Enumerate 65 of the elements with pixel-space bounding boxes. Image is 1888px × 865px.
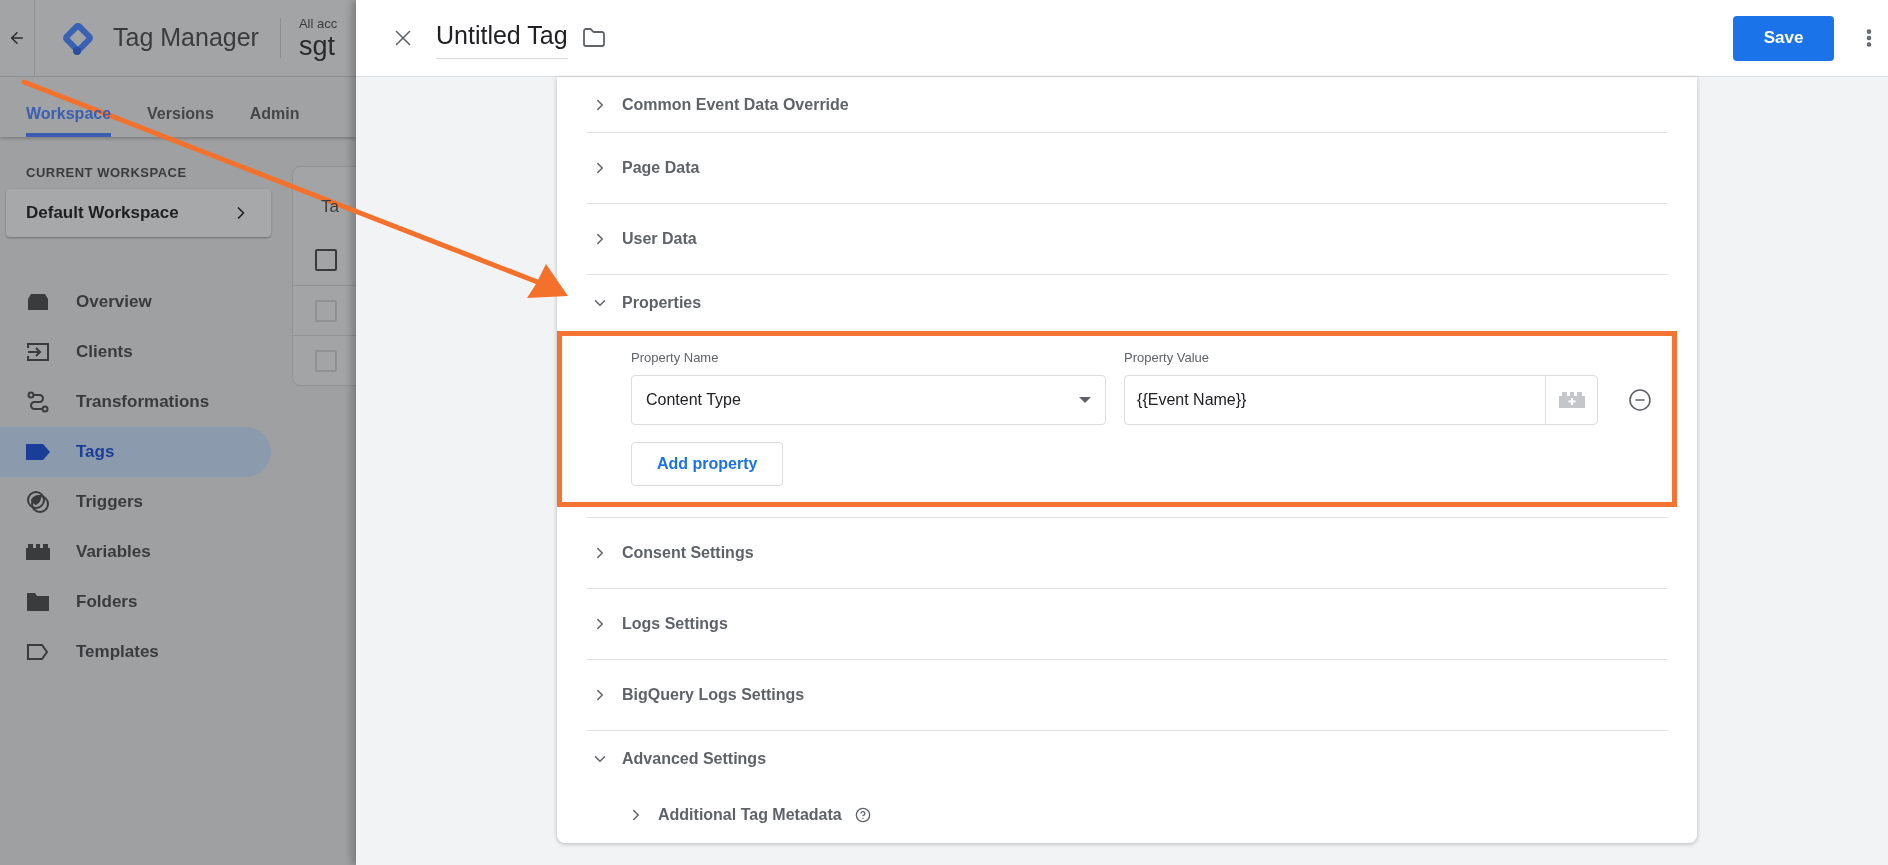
block-icon	[26, 543, 50, 560]
property-name-dropdown[interactable]: Content Type	[631, 374, 1107, 425]
sidebar-item[interactable]: Triggers	[0, 476, 271, 527]
account-label: All acc	[298, 16, 338, 30]
route-icon	[27, 390, 49, 413]
help-icon[interactable]	[854, 806, 871, 823]
sidebar-label: Folders	[76, 590, 138, 613]
property-value-field[interactable]: {{Event Name}}	[1124, 374, 1599, 425]
section-title: Advanced Settings	[622, 748, 767, 769]
sidebar-item[interactable]: Clients	[0, 326, 271, 377]
app-title: Tag Manager	[113, 22, 259, 54]
section-title: Common Event Data Override	[622, 94, 849, 115]
field-label: Property Name	[631, 349, 720, 367]
section-title: User Data	[622, 229, 697, 249]
tag-name-field[interactable]: Untitled Tag	[436, 16, 568, 60]
field-value: {{Event Name}}	[1136, 389, 1248, 410]
tag-icon	[26, 443, 50, 460]
section-header[interactable]: Advanced Settings	[557, 730, 1697, 787]
section-header[interactable]: Properties	[557, 275, 1697, 331]
remove-icon[interactable]	[1628, 387, 1652, 412]
block-plus-icon	[1558, 391, 1585, 408]
container-name: sgt	[298, 32, 336, 60]
section-title: Logs Settings	[622, 613, 728, 634]
save-button[interactable]: Save	[1733, 15, 1834, 61]
sidebar-item[interactable]: Overview	[0, 276, 271, 327]
field-label: Property Value	[1124, 349, 1211, 367]
subsection-title: Additional Tag Metadata	[658, 804, 842, 825]
sidebar-label: Templates	[76, 640, 159, 663]
card-title: Ta	[321, 196, 340, 218]
tag-outline-icon	[27, 643, 49, 660]
section-title: BigQuery Logs Settings	[622, 684, 805, 705]
workspace-selector[interactable]: Default Workspace	[6, 188, 271, 237]
tray-icon	[27, 292, 49, 311]
section-header[interactable]: Consent Settings	[557, 517, 1697, 588]
sidebar-item[interactable]: Variables	[0, 526, 271, 577]
section-title: Page Data	[622, 158, 700, 178]
sidebar-label: Clients	[76, 340, 133, 363]
nav-tab[interactable]: Versions	[147, 77, 214, 137]
section-header[interactable]: User Data	[557, 204, 1697, 274]
dropdown-caret-icon	[1079, 396, 1092, 403]
section-header[interactable]: Common Event Data Override	[557, 77, 1697, 132]
sidebar-label: Variables	[76, 540, 151, 563]
subsection-header[interactable]: Additional Tag Metadata	[557, 786, 1697, 843]
sidebar-label: Transformations	[76, 390, 210, 413]
sidebar-item[interactable]: Transformations	[0, 376, 271, 427]
sidebar-item[interactable]: Folders	[0, 576, 271, 627]
circles-icon	[26, 489, 50, 514]
sidebar-label: Tags	[76, 440, 115, 463]
add-property-button[interactable]: Add property	[631, 441, 784, 486]
section-header[interactable]: Page Data	[557, 133, 1697, 203]
section-label: CURRENT WORKSPACE	[26, 164, 188, 182]
sign-in-icon	[27, 341, 49, 362]
section-header[interactable]: BigQuery Logs Settings	[557, 659, 1697, 730]
section-header[interactable]: Logs Settings	[557, 588, 1697, 659]
folder-icon	[27, 592, 49, 611]
sidebar-item[interactable]: Templates	[0, 626, 271, 677]
folder-icon[interactable]	[581, 26, 606, 50]
section-title: Consent Settings	[622, 542, 754, 563]
sidebar-label: Overview	[76, 290, 152, 313]
sidebar-label: Triggers	[76, 490, 144, 513]
sidebar-item[interactable]: Tags	[0, 426, 271, 477]
row-checkbox[interactable]	[315, 249, 337, 271]
section-title: Properties	[622, 293, 702, 313]
dropdown-value: Content Type	[646, 389, 741, 410]
nav-tab[interactable]: Admin	[249, 77, 300, 137]
